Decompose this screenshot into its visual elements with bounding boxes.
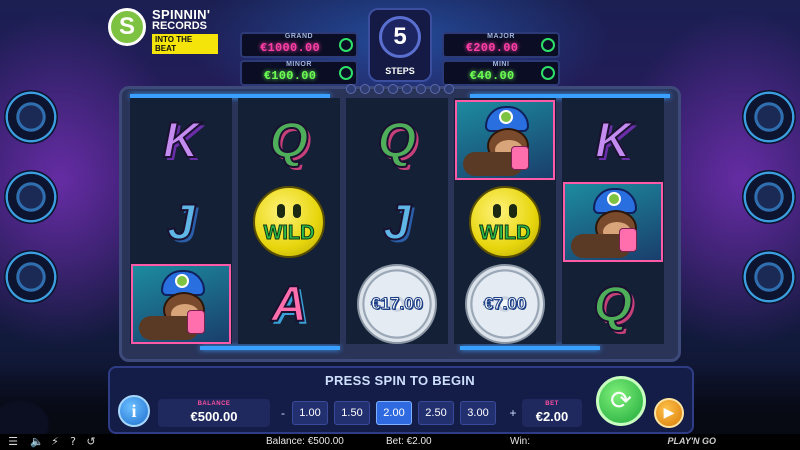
logo-line-3: INTO THE BEAT: [152, 34, 218, 54]
info-button[interactable]: i: [118, 395, 150, 427]
bet-option-button[interactable]: 1.00: [292, 401, 328, 425]
symbol-letter-text: K: [594, 112, 632, 168]
logo-line-2: RECORDS: [152, 20, 208, 32]
balance-label: BALANCE: [197, 401, 231, 407]
symbol-cash-disc: €7.00: [454, 263, 556, 345]
provider-logo: PLAY'N GO: [667, 436, 716, 446]
bet-option-button[interactable]: 2.00: [376, 401, 412, 425]
wild-text: WILD: [263, 221, 315, 244]
bet-option-button[interactable]: 2.50: [418, 401, 454, 425]
autoplay-button[interactable]: ▶: [654, 398, 684, 428]
symbol-letter-text: K: [162, 112, 200, 168]
status-win: Win:: [510, 436, 530, 447]
symbol-letter: K: [130, 99, 232, 181]
balance-value: €500.00: [190, 409, 238, 424]
sound-icon[interactable]: 🔈: [30, 435, 44, 449]
symbol-wild: WILD: [238, 181, 340, 263]
wild-text: WILD: [479, 221, 531, 244]
status-bar: ☰ 🔈 ⚡ ? ↺ Balance: €500.00 Bet: €2.00 Wi…: [0, 434, 800, 450]
dj-monkey-icon: [455, 100, 555, 180]
balance-display: BALANCE €500.00: [158, 399, 270, 427]
symbol-dj-monkey: [130, 263, 232, 345]
spin-button[interactable]: ⟳: [596, 376, 646, 426]
glow-bar-bottom-left: [200, 346, 340, 350]
game-logo: S SPINNIN' RECORDS INTO THE BEAT: [108, 6, 218, 54]
bet-decrease-button[interactable]: -: [278, 404, 288, 422]
jackpot-minor: MINOR €100.00: [240, 60, 358, 86]
status-bet: Bet: €2.00: [386, 436, 432, 447]
symbol-letter-text: J: [166, 194, 196, 250]
jackpot-dial-icon: [541, 38, 555, 52]
jackpot-major: MAJOR €200.00: [442, 32, 560, 58]
symbol-dj-monkey: [454, 99, 556, 181]
jackpot-dial-icon: [541, 66, 555, 80]
wild-smiley-icon: WILD: [253, 186, 325, 258]
jackpot-dial-icon: [339, 66, 353, 80]
vinyl-disc-icon: €17.00: [357, 264, 437, 344]
symbol-letter-text: J: [382, 194, 412, 250]
bet-display: BET €2.00: [522, 399, 582, 427]
menu-icon[interactable]: ☰: [6, 435, 20, 449]
symbol-letter: J: [130, 181, 232, 263]
jackpot-mini-label: MINI: [492, 61, 510, 68]
jackpot-grand: GRAND €1000.00: [240, 32, 358, 58]
jackpot-major-label: MAJOR: [487, 33, 515, 40]
speaker-stack-left: [0, 60, 115, 360]
speaker-stack-right: [685, 60, 800, 360]
disc-value: €7.00: [483, 294, 527, 314]
vinyl-disc-icon: €7.00: [465, 264, 545, 344]
steps-counter: 5 STEPS: [368, 8, 432, 82]
status-balance: Balance: €500.00: [266, 436, 344, 447]
logo-badge: S: [108, 8, 146, 46]
symbol-letter: Q: [238, 99, 340, 181]
dj-monkey-icon: [563, 182, 663, 262]
wild-smiley-icon: WILD: [469, 186, 541, 258]
steps-label: STEPS: [385, 66, 415, 76]
jackpot-minor-label: MINOR: [286, 61, 312, 68]
help-icon[interactable]: ?: [66, 435, 80, 449]
dj-monkey-icon: [131, 264, 231, 344]
symbol-letter: J: [346, 181, 448, 263]
turbo-icon[interactable]: ⚡: [48, 435, 62, 449]
symbol-letter: K: [562, 99, 664, 181]
jackpot-grand-value: €1000.00: [259, 41, 320, 55]
symbol-dj-monkey: [562, 181, 664, 263]
spin-prompt: PRESS SPIN TO BEGIN: [325, 373, 475, 388]
bet-option-button[interactable]: 3.00: [460, 401, 496, 425]
jackpot-minor-value: €100.00: [263, 69, 317, 83]
symbol-letter: A: [238, 263, 340, 345]
jackpot-major-value: €200.00: [465, 41, 519, 55]
symbol-letter-text: A: [270, 276, 308, 332]
disc-value: €17.00: [371, 294, 424, 314]
jackpot-dial-icon: [339, 38, 353, 52]
symbol-letter-text: Q: [593, 276, 634, 332]
symbol-letter-text: Q: [269, 112, 310, 168]
jackpot-mini-value: €40.00: [469, 69, 515, 83]
symbol-wild: WILD: [454, 181, 556, 263]
bet-value: €2.00: [535, 409, 569, 424]
steps-count: 5: [379, 16, 421, 58]
history-icon[interactable]: ↺: [84, 435, 98, 449]
jackpot-grand-label: GRAND: [284, 33, 314, 40]
glow-bar-bottom-right: [460, 346, 600, 350]
bet-label: BET: [545, 401, 559, 407]
symbol-letter: Q: [562, 263, 664, 345]
frame-lights: [335, 84, 465, 96]
symbol-letter: Q: [346, 99, 448, 181]
jackpot-mini: MINI €40.00: [442, 60, 560, 86]
symbol-letter-text: Q: [377, 112, 418, 168]
symbol-cash-disc: €17.00: [346, 263, 448, 345]
bet-option-button[interactable]: 1.50: [334, 401, 370, 425]
bet-increase-button[interactable]: +: [508, 404, 518, 422]
